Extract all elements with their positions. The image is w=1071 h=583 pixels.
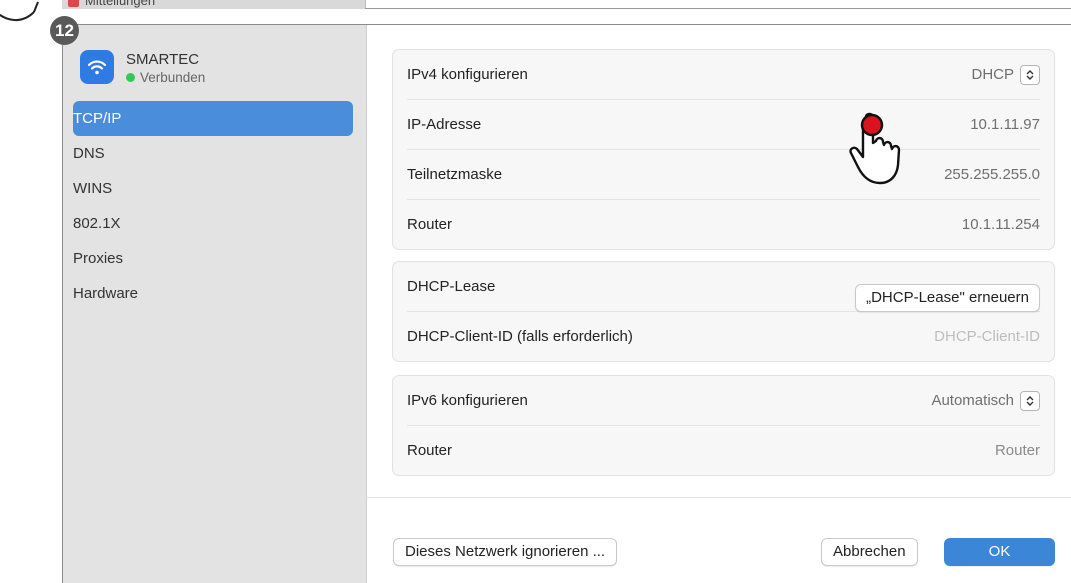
ip-address-value: 10.1.11.97 <box>970 116 1040 133</box>
ipv4-configure-label: IPv4 konfigurieren <box>407 66 528 83</box>
ipv4-group: IPv4 konfigurieren DHCP IP-Adresse 10.1.… <box>392 49 1055 250</box>
notifications-icon <box>68 0 79 8</box>
ipv6-configure-label: IPv6 konfigurieren <box>407 392 528 409</box>
ipv6-router-label: Router <box>407 442 453 459</box>
renew-dhcp-lease-button[interactable]: „DHCP-Lease" erneuern <box>855 284 1040 312</box>
step-number-badge: 12 <box>50 16 79 45</box>
ipv4-configure-row: IPv4 konfigurieren DHCP <box>407 50 1040 100</box>
network-header: SMARTEC Verbunden <box>80 47 350 91</box>
ip-address-row: IP-Adresse 10.1.11.97 <box>407 100 1040 150</box>
sidebar-item-label: DNS <box>73 145 105 162</box>
chevron-up-down-icon <box>1020 390 1040 411</box>
sidebar-item-802-1x[interactable]: 802.1X <box>73 206 353 241</box>
sidebar-item-label: WINS <box>73 180 113 197</box>
sidebar-item-hardware[interactable]: Hardware <box>73 276 353 311</box>
footer-divider <box>366 497 1071 498</box>
chevron-up-down-icon <box>1020 64 1040 85</box>
dhcp-client-id-row: DHCP-Client-ID (falls erforderlich) DHCP… <box>407 312 1040 361</box>
previous-sidebar-item-label: Mitteilungen <box>85 0 156 8</box>
dhcp-client-id-label: DHCP-Client-ID (falls erforderlich) <box>407 328 633 345</box>
ipv6-router-row: Router Router <box>407 426 1040 475</box>
ipv6-router-field[interactable]: Router <box>995 426 1040 475</box>
subnet-mask-value: 255.255.255.0 <box>944 166 1040 183</box>
wifi-icon <box>80 50 114 84</box>
dhcp-group: DHCP-Lease „DHCP-Lease" erneuern DHCP-Cl… <box>392 261 1055 362</box>
network-status: Verbunden <box>126 70 205 85</box>
router-value: 10.1.11.254 <box>961 216 1040 233</box>
subnet-mask-row: Teilnetzmaske 255.255.255.0 <box>407 150 1040 200</box>
ipv6-configure-row: IPv6 konfigurieren Automatisch <box>407 376 1040 426</box>
sidebar-item-label: 802.1X <box>73 215 121 232</box>
cancel-button[interactable]: Abbrechen <box>821 538 918 566</box>
network-name: SMARTEC <box>126 51 200 68</box>
sidebar-item-wins[interactable]: WINS <box>73 171 353 206</box>
sidebar-item-label: Proxies <box>73 250 124 267</box>
ipv6-configure-popup[interactable]: Automatisch <box>931 376 1040 425</box>
sidebar-item-label: TCP/IP <box>73 110 122 127</box>
previous-sidebar-item: Mitteilungen <box>68 0 155 8</box>
sidebar-item-proxies[interactable]: Proxies <box>73 241 353 276</box>
ipv4-configure-popup[interactable]: DHCP <box>971 50 1040 99</box>
previous-step-strip: Mitteilungen <box>0 0 1071 24</box>
ipv6-configure-value: Automatisch <box>931 392 1014 409</box>
hand-pointer-icon <box>849 112 901 185</box>
connected-status-dot <box>126 72 135 82</box>
ignore-network-button[interactable]: Dieses Netzwerk ignorieren ... <box>393 538 618 566</box>
tcp-ip-settings: IPv4 konfigurieren DHCP IP-Adresse 10.1.… <box>366 25 1071 583</box>
sidebar-item-label: Hardware <box>73 285 139 302</box>
dhcp-client-id-field[interactable]: DHCP-Client-ID <box>934 312 1040 361</box>
sidebar: SMARTEC Verbunden TCP/IP DNS WINS 802.1X… <box>63 25 367 583</box>
ipv6-group: IPv6 konfigurieren Automatisch Router Ro… <box>392 375 1055 476</box>
dhcp-lease-row: DHCP-Lease „DHCP-Lease" erneuern <box>407 262 1040 312</box>
subnet-mask-label: Teilnetzmaske <box>407 166 503 183</box>
router-row: Router 10.1.11.254 <box>407 200 1040 249</box>
network-status-label: Verbunden <box>140 70 206 85</box>
sidebar-item-dns[interactable]: DNS <box>73 136 353 171</box>
hand-outline-icon <box>0 1 39 21</box>
dhcp-lease-label: DHCP-Lease <box>407 278 496 295</box>
ip-address-label: IP-Adresse <box>407 116 482 133</box>
router-label: Router <box>407 216 453 233</box>
sidebar-item-tcp-ip[interactable]: TCP/IP <box>73 101 353 136</box>
ipv4-configure-value: DHCP <box>971 66 1014 83</box>
sidebar-list: TCP/IP DNS WINS 802.1X Proxies Hardware <box>73 101 353 311</box>
ok-button[interactable]: OK <box>944 538 1055 566</box>
previous-window-edge <box>365 8 1071 9</box>
network-settings-window: SMARTEC Verbunden TCP/IP DNS WINS 802.1X… <box>62 24 1071 583</box>
